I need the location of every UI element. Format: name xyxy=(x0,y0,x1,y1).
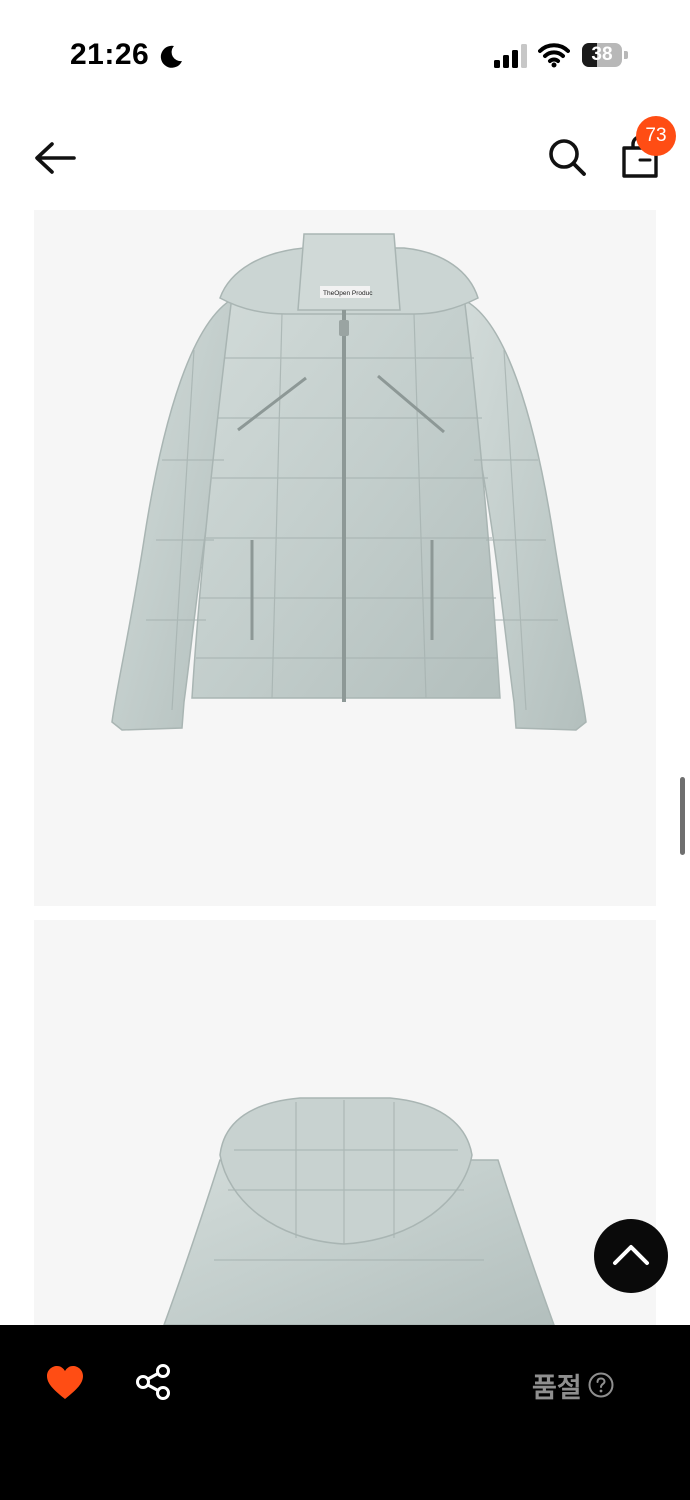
cellular-signal-icon xyxy=(494,44,527,68)
share-icon[interactable] xyxy=(134,1363,172,1401)
jacket-back-image[interactable] xyxy=(34,920,656,1325)
status-time: 21:26 xyxy=(70,38,150,71)
soldout-label: 품절 xyxy=(532,1372,582,1403)
help-circle-icon[interactable] xyxy=(588,1372,614,1398)
battery-level: 38 xyxy=(591,44,613,65)
bottom-action-bar: 품절 xyxy=(0,1325,690,1500)
search-icon[interactable] xyxy=(546,136,588,178)
status-bar: 21:26 38 xyxy=(0,0,690,110)
jacket-front-image[interactable]: TheOpen Produc xyxy=(34,210,656,906)
chevron-up-icon xyxy=(613,1245,649,1265)
brand-label: TheOpen Produc xyxy=(323,290,373,297)
heart-icon[interactable] xyxy=(46,1365,84,1401)
back-arrow-icon[interactable] xyxy=(32,138,78,178)
wifi-icon xyxy=(538,43,570,68)
soldout-status: 품절 xyxy=(532,1365,614,1405)
cart-count-badge: 73 xyxy=(636,116,676,156)
scroll-to-top-button[interactable] xyxy=(594,1219,668,1293)
header xyxy=(0,110,690,210)
moon-icon xyxy=(160,45,182,68)
scroll-indicator[interactable] xyxy=(680,777,685,855)
battery-icon: 38 xyxy=(582,43,628,67)
